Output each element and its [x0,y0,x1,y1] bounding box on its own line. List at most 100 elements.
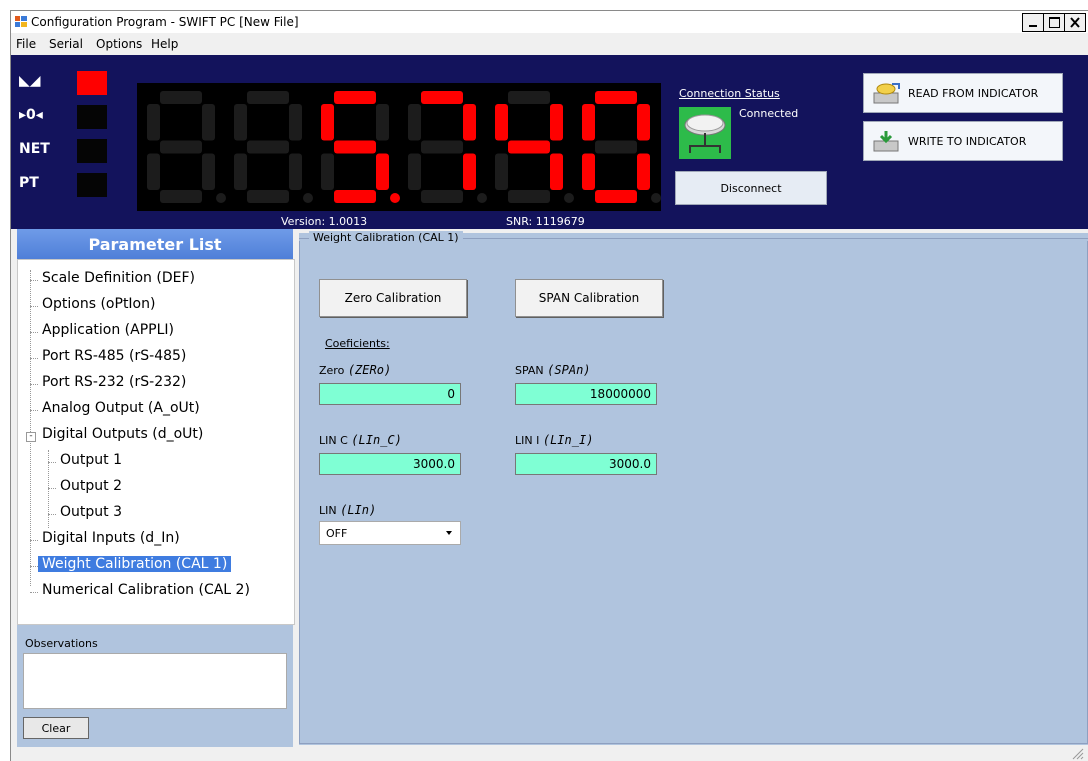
display-digit [147,91,226,203]
parameter-tree: Scale Definition (DEF) Options (oPtIon) … [17,259,295,625]
digit-segment [234,153,247,190]
digit-segment [550,104,563,141]
connection-status-label: Connection Status [679,87,780,100]
menu-help[interactable]: Help [151,37,178,51]
indicator-panel: ◣◢ ▸0◂ NET PT Version: 1.0013 SNR: 11196… [11,55,1088,229]
observations-textbox[interactable] [23,653,287,709]
write-to-indicator-label: WRITE TO INDICATOR [908,134,1027,148]
decimal-point [216,193,226,203]
read-from-indicator-button[interactable]: READ FROM INDICATOR [863,73,1063,113]
zero-coefficient-input[interactable]: 0 [319,383,461,405]
digit-segment [463,153,476,190]
connection-status-icon [679,107,731,159]
window-title: Configuration Program - SWIFT PC [New Fi… [31,15,299,29]
digit-segment [202,104,215,141]
connection-status-text: Connected [739,107,799,120]
calibration-panel: Weight Calibration (CAL 1) Zero Calibrat… [299,231,1088,745]
tree-item-output-1[interactable]: Output 1 [60,452,122,468]
digit-segment [508,140,550,154]
digit-segment [234,104,247,141]
digit-segment [582,153,595,190]
close-button[interactable] [1065,14,1085,31]
span-coefficient-input[interactable]: 18000000 [515,383,657,405]
maximize-button[interactable] [1044,14,1065,31]
digit-segment [550,153,563,190]
decimal-point [477,193,487,203]
digit-segment [508,91,550,104]
pt-label: PT [19,175,39,191]
write-to-indicator-button[interactable]: WRITE TO INDICATOR [863,121,1063,161]
display-digit [495,91,574,203]
menu-serial[interactable]: Serial [49,37,83,51]
digit-segment [595,140,637,154]
digit-segment [495,104,508,141]
tree-item-port-rs485[interactable]: Port RS-485 (rS-485) [42,348,186,364]
span-field-label: SPAN (SPAn) [515,363,591,377]
disconnect-button[interactable]: Disconnect [675,171,827,205]
digit-segment [247,190,289,203]
digit-segment [637,104,650,141]
digit-segment [289,153,302,190]
read-from-indicator-label: READ FROM INDICATOR [908,86,1039,100]
zero-calibration-button[interactable]: Zero Calibration [319,279,467,317]
zero-led [77,105,107,129]
digit-segment [421,91,463,104]
resize-grip-icon[interactable] [1072,748,1084,760]
menu-options[interactable]: Options [96,37,142,51]
net-label: NET [19,141,50,157]
digit-segment [595,190,637,203]
menu-file[interactable]: File [16,37,36,51]
tree-item-scale-definition[interactable]: Scale Definition (DEF) [42,270,195,286]
tree-item-analog-output[interactable]: Analog Output (A_oUt) [42,400,200,416]
digit-segment [289,104,302,141]
digit-segment [376,104,389,141]
digit-segment [421,190,463,203]
net-led [77,139,107,163]
lin-c-input[interactable]: 3000.0 [319,453,461,475]
chevron-down-icon [446,531,452,535]
digit-segment [421,140,463,154]
lin-c-field-label: LIN C (LIn_C) [319,433,402,447]
digit-segment [334,140,376,154]
digit-segment [334,91,376,104]
digit-segment [247,91,289,104]
tree-item-output-2[interactable]: Output 2 [60,478,122,494]
tree-item-digital-inputs[interactable]: Digital Inputs (d_In) [42,530,180,546]
tree-item-port-rs232[interactable]: Port RS-232 (rS-232) [42,374,186,390]
write-indicator-icon [873,131,899,152]
observations-panel: Observations Clear [17,625,293,747]
lin-i-input[interactable]: 3000.0 [515,453,657,475]
status-bar [11,747,1088,761]
minimize-button[interactable] [1023,14,1044,31]
display-digit [234,91,313,203]
digit-segment [247,140,289,154]
tree-item-weight-calibration[interactable]: Weight Calibration (CAL 1) [38,556,232,572]
tree-item-digital-outputs[interactable]: Digital Outputs (d_oUt) [42,426,203,442]
tree-item-application[interactable]: Application (APPLI) [42,322,174,338]
center-zero-label: ◣◢ [19,73,41,89]
title-bar: Configuration Program - SWIFT PC [New Fi… [11,11,1088,33]
maximize-icon [1049,17,1060,28]
lin-i-field-label: LIN I (LIn_I) [515,433,594,447]
span-calibration-button[interactable]: SPAN Calibration [515,279,663,317]
snr-label: SNR: 1119679 [506,215,585,228]
coefficients-label: Coeficients: [325,337,390,350]
tree-item-options[interactable]: Options (oPtIon) [42,296,155,312]
lin-select[interactable]: OFF [319,521,461,545]
observations-label: Observations [25,637,98,650]
zero-field-label: Zero (ZERo) [319,363,392,377]
zero-label: ▸0◂ [19,107,43,123]
digit-segment [463,104,476,141]
clear-button[interactable]: Clear [23,717,89,739]
app-icon [15,16,27,27]
digit-segment [321,104,334,141]
digit-segment [334,190,376,203]
digit-segment [637,153,650,190]
digit-segment [376,153,389,190]
collapse-icon[interactable]: - [26,432,36,442]
app-window: Configuration Program - SWIFT PC [New Fi… [10,10,1088,761]
tree-item-output-3[interactable]: Output 3 [60,504,122,520]
weight-display [137,83,661,211]
digit-segment [408,104,421,141]
tree-item-numerical-calibration[interactable]: Numerical Calibration (CAL 2) [42,582,250,598]
